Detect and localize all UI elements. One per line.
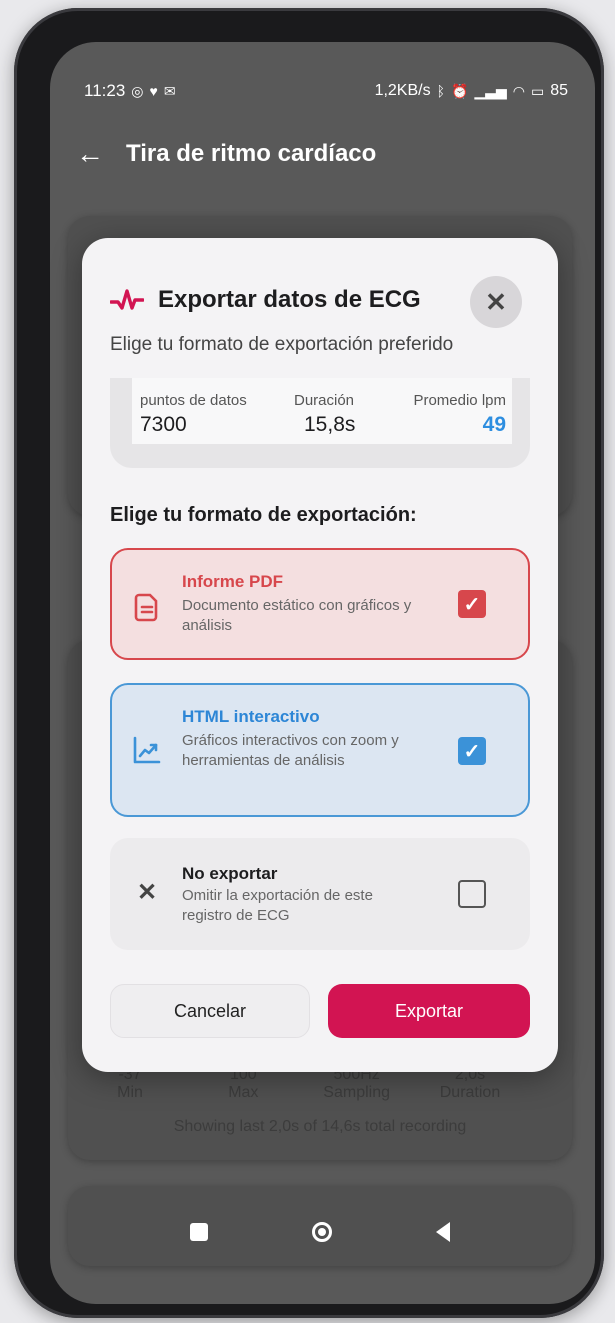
document-icon — [134, 593, 158, 622]
option-no-export-desc: Omitir la exportación de este registro d… — [182, 887, 373, 924]
signal-icon: ▁▃▅ — [474, 82, 507, 99]
option-no-export-title: No exportar — [182, 864, 278, 883]
dialog-header: Exportar datos de ECG — [110, 286, 421, 314]
nav-back-icon[interactable] — [436, 1222, 450, 1242]
recording-info: puntos de datos 7300 Duración 15,8s Prom… — [110, 378, 530, 468]
battery-level: 85 — [550, 82, 568, 99]
option-pdf-checkbox[interactable]: ✓ — [458, 590, 486, 618]
heart-icon: ♥ — [149, 83, 158, 99]
close-icon: ✕ — [485, 286, 507, 317]
recording-note: Showing last 2,0s of 14,6s total recordi… — [173, 1118, 467, 1135]
option-no-export[interactable]: ✕ No exportar Omitir la exportación de e… — [110, 838, 530, 950]
info-points: puntos de datos 7300 — [140, 392, 247, 436]
status-time: 11:23 — [84, 81, 126, 100]
check-icon: ✓ — [463, 593, 481, 616]
dialog-title: Exportar datos de ECG — [158, 286, 421, 313]
mail-icon: ✉ — [163, 82, 176, 99]
dialog-subtitle: Elige tu formato de exportación preferid… — [110, 334, 454, 355]
alarm-icon: ⏰ — [451, 82, 469, 99]
home-icon[interactable] — [312, 1222, 332, 1242]
cancel-button[interactable]: Cancelar — [110, 984, 310, 1038]
battery-icon: ▭ — [530, 82, 545, 99]
option-pdf-title: Informe PDF — [182, 572, 284, 591]
app-bar: ← Tira de ritmo cardíaco — [76, 136, 376, 172]
chart-icon — [133, 736, 161, 764]
info-bpm: Promedio lpm 49 — [413, 392, 506, 436]
check-icon: ✓ — [463, 740, 481, 763]
option-no-export-checkbox[interactable] — [458, 880, 486, 908]
recording-info-inner: puntos de datos 7300 Duración 15,8s Prom… — [132, 378, 512, 444]
export-button[interactable]: Exportar — [328, 984, 530, 1038]
wifi-icon: ◠ — [512, 82, 525, 99]
info-duration: Duración 15,8s — [294, 392, 356, 436]
page-title: Tira de ritmo cardíaco — [126, 140, 377, 167]
whatsapp-icon: ◎ — [131, 82, 144, 99]
status-bar: 11:23 ◎ ♥ ✉ 1,2KB/s ᛒ ⏰ ▁▃▅ ◠ ▭ 85 — [84, 80, 568, 102]
option-html-desc: Gráficos interactivos con zoom y herrami… — [182, 732, 399, 769]
option-html-title: HTML interactivo — [182, 707, 320, 726]
format-section-title: Elige tu formato de exportación: — [110, 504, 417, 526]
option-html[interactable]: HTML interactivo Gráficos interactivos c… — [110, 683, 530, 817]
option-html-checkbox[interactable]: ✓ — [458, 737, 486, 765]
back-arrow-icon[interactable]: ← — [76, 140, 104, 168]
bluetooth-icon: ᛒ — [436, 83, 445, 99]
network-speed: 1,2KB/s — [374, 82, 431, 99]
option-pdf[interactable]: Informe PDF Documento estático con gráfi… — [110, 548, 530, 660]
pulse-icon — [110, 289, 144, 310]
option-pdf-desc: Documento estático con gráficos y anális… — [182, 597, 412, 634]
recents-icon[interactable] — [190, 1223, 208, 1241]
x-icon: ✕ — [136, 879, 158, 906]
system-nav-bar — [190, 1222, 450, 1242]
close-button[interactable]: ✕ — [470, 276, 522, 328]
export-dialog: Exportar datos de ECG ✕ Elige tu formato… — [82, 238, 558, 1072]
